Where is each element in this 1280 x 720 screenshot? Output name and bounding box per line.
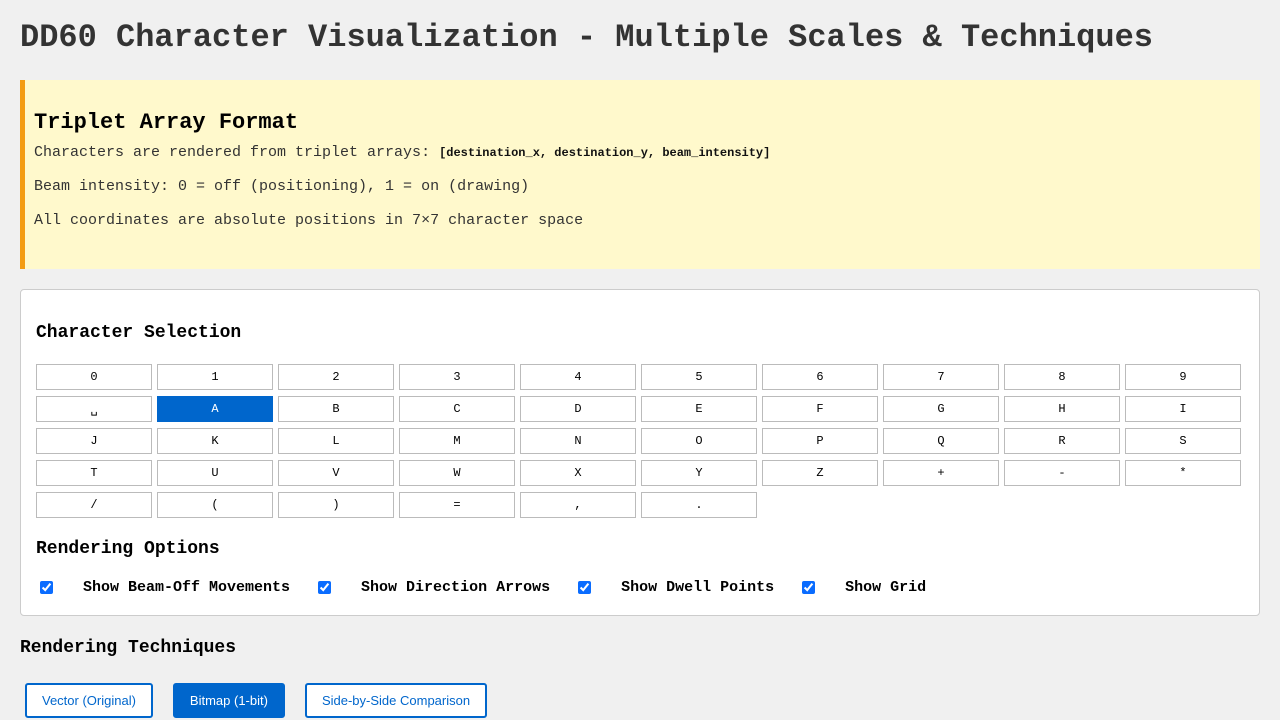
option-item[interactable]: Show Direction Arrows xyxy=(314,579,550,596)
character-button[interactable]: - xyxy=(1004,460,1120,486)
controls-panel: Character Selection 0 1 2 3 4 5 6 7 8 9 ␣ A B C D E F G H I… xyxy=(20,289,1260,616)
option-label: Show Beam-Off Movements xyxy=(83,578,291,596)
character-button[interactable]: Y xyxy=(641,460,757,486)
option-checkbox[interactable] xyxy=(40,580,53,594)
rendering-options-heading: Rendering Options xyxy=(36,539,220,559)
character-button[interactable]: B xyxy=(278,396,394,422)
character-button[interactable]: ) xyxy=(278,492,394,518)
option-label: Show Grid xyxy=(845,578,927,596)
triplet-format-info: Triplet Array Format Characters are rend… xyxy=(20,80,1260,269)
character-button[interactable]: Z xyxy=(762,460,878,486)
character-button[interactable]: T xyxy=(36,460,152,486)
rendering-options: Show Beam-Off Movements Show Direction Ar… xyxy=(36,576,1244,598)
character-button[interactable]: 2 xyxy=(278,364,394,390)
character-button[interactable]: 3 xyxy=(399,364,515,390)
page-title: DD60 Character Visualization - Multiple … xyxy=(20,19,1153,56)
option-item[interactable]: Show Grid xyxy=(798,579,926,596)
character-button[interactable]: F xyxy=(762,396,878,422)
option-item[interactable]: Show Beam-Off Movements xyxy=(36,579,290,596)
character-button[interactable]: 4 xyxy=(520,364,636,390)
character-button[interactable]: 0 xyxy=(36,364,152,390)
option-label: Show Direction Arrows xyxy=(361,578,551,596)
character-button[interactable]: I xyxy=(1125,396,1241,422)
character-button[interactable]: E xyxy=(641,396,757,422)
character-button[interactable]: = xyxy=(399,492,515,518)
character-button[interactable]: Q xyxy=(883,428,999,454)
rendering-technique-buttons: Vector (Original) Bitmap (1-bit) Side-by-S… xyxy=(20,683,1260,718)
character-button[interactable]: D xyxy=(520,396,636,422)
character-button[interactable]: W xyxy=(399,460,515,486)
character-button[interactable]: R xyxy=(1004,428,1120,454)
character-button[interactable]: * xyxy=(1125,460,1241,486)
option-checkbox[interactable] xyxy=(318,580,332,594)
option-checkbox[interactable] xyxy=(578,580,592,594)
character-button[interactable]: C xyxy=(399,396,515,422)
character-button[interactable]: S xyxy=(1125,428,1241,454)
character-button[interactable]: H xyxy=(1004,396,1120,422)
character-button[interactable]: ␣ xyxy=(36,396,152,422)
technique-button[interactable]: Bitmap (1-bit) xyxy=(172,683,285,718)
character-button[interactable]: 1 xyxy=(157,364,273,390)
character-button[interactable]: , xyxy=(520,492,636,518)
character-button[interactable]: ( xyxy=(157,492,273,518)
character-selection-heading: Character Selection xyxy=(36,323,242,343)
character-button[interactable]: G xyxy=(883,396,999,422)
character-grid: 0 1 2 3 4 5 6 7 8 9 ␣ A B C D E F G H I J K L M N O P Q R S T U V W X Y Z + - *… xyxy=(36,364,1244,518)
character-button[interactable]: 8 xyxy=(1004,364,1120,390)
character-button[interactable]: 5 xyxy=(641,364,757,390)
character-button[interactable]: . xyxy=(641,492,757,518)
info-line-2: Beam intensity: 0 = off (positioning), 1… xyxy=(34,178,530,195)
info-line-1: Characters are rendered from triplet arr… xyxy=(34,143,1246,163)
option-label: Show Dwell Points xyxy=(621,578,775,596)
page: DD60 Character Visualization - Multiple … xyxy=(0,0,1280,718)
character-button[interactable]: 6 xyxy=(762,364,878,390)
character-button[interactable]: 7 xyxy=(883,364,999,390)
option-checkbox[interactable] xyxy=(802,580,816,594)
character-button[interactable]: M xyxy=(399,428,515,454)
character-button[interactable]: L xyxy=(278,428,394,454)
technique-button[interactable]: Side-by-Side Comparison xyxy=(304,683,488,718)
info-line-1-text: Characters are rendered from triplet arr… xyxy=(34,144,440,161)
character-button[interactable]: A xyxy=(157,396,273,422)
character-button[interactable]: U xyxy=(157,460,273,486)
character-button[interactable]: N xyxy=(520,428,636,454)
character-button[interactable]: X xyxy=(520,460,636,486)
rendering-techniques-heading: Rendering Techniques xyxy=(20,638,237,658)
option-item[interactable]: Show Dwell Points xyxy=(574,579,774,596)
info-line-1-code: [destination_x, destination_y, beam_inte… xyxy=(439,146,771,160)
info-heading: Triplet Array Format xyxy=(34,110,299,135)
info-line-3: All coordinates are absolute positions i… xyxy=(34,212,584,229)
technique-button[interactable]: Vector (Original) xyxy=(25,683,153,718)
character-button[interactable]: V xyxy=(278,460,394,486)
character-button[interactable]: 9 xyxy=(1125,364,1241,390)
character-button[interactable]: P xyxy=(762,428,878,454)
character-button[interactable]: J xyxy=(36,428,152,454)
character-button[interactable]: / xyxy=(36,492,152,518)
character-button[interactable]: K xyxy=(157,428,273,454)
character-button[interactable]: O xyxy=(641,428,757,454)
character-button[interactable]: + xyxy=(883,460,999,486)
